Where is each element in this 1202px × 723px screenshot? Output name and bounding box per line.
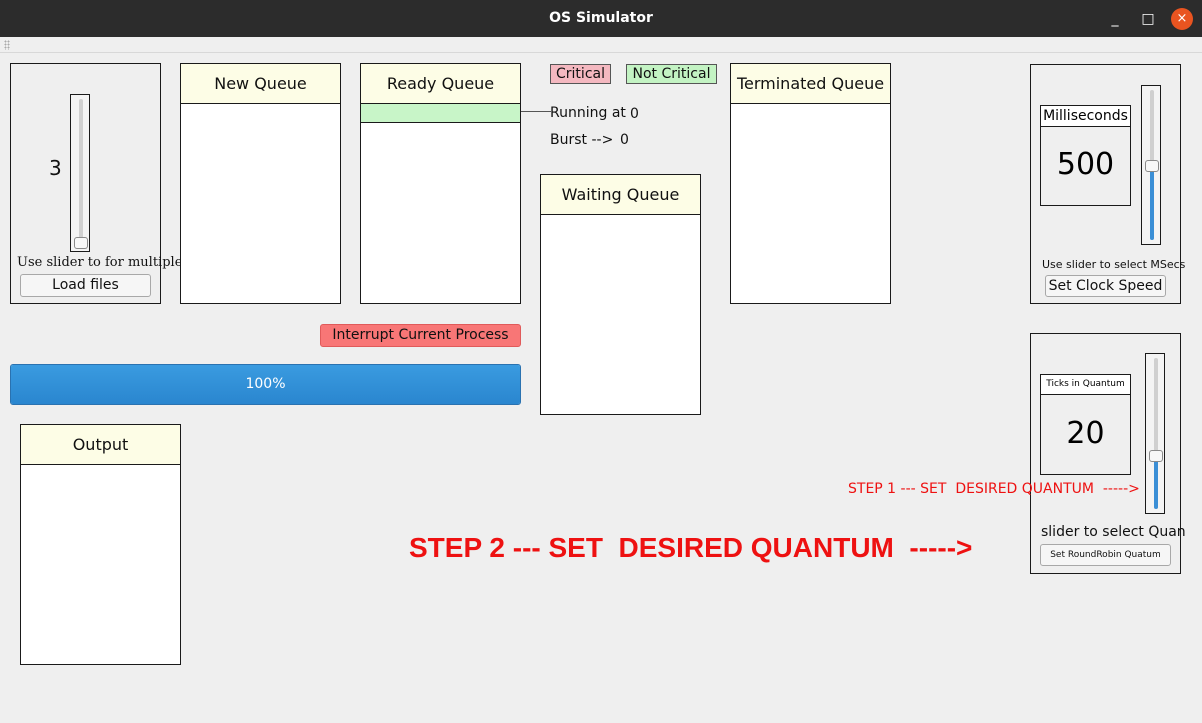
interrupt-button[interactable]: Interrupt Current Process (320, 324, 521, 347)
running-label: Running at (550, 105, 626, 121)
ready-queue-header: Ready Queue (361, 64, 520, 104)
quantum-caption: slider to select Quan (1041, 524, 1186, 540)
toolbar-grip-icon[interactable] (4, 40, 10, 50)
file-count-slider[interactable] (70, 94, 90, 252)
critical-legend: Critical (550, 64, 611, 84)
quantum-slider-handle[interactable] (1149, 449, 1163, 462)
not-critical-legend: Not Critical (626, 64, 717, 84)
new-queue-header: New Queue (181, 64, 340, 104)
maximize-icon[interactable]: □ (1137, 8, 1159, 30)
quantum-panel: Ticks in Quantum 20 slider to select Qua… (1030, 333, 1186, 574)
running-connector (521, 111, 551, 112)
quantum-value: 20 (1066, 416, 1105, 451)
running-value: 0 (630, 106, 639, 122)
progress-label: 100% (245, 376, 286, 392)
menu-bar (0, 37, 1202, 53)
running-process-slot (361, 104, 520, 123)
minimize-icon[interactable]: _ (1104, 8, 1126, 30)
quantum-slider[interactable] (1145, 353, 1165, 514)
terminated-queue-header: Terminated Queue (731, 64, 890, 104)
file-count: 3 (49, 156, 62, 180)
milliseconds-box: Milliseconds 500 (1040, 105, 1131, 206)
close-icon[interactable]: × (1171, 8, 1193, 30)
new-queue: New Queue (180, 63, 341, 304)
milliseconds-value: 500 (1056, 147, 1115, 182)
quantum-box: Ticks in Quantum 20 (1040, 374, 1131, 475)
window-title: OS Simulator (549, 10, 653, 26)
file-count-slider-handle[interactable] (74, 237, 88, 249)
step2-annotation: STEP 2 --- SET DESIRED QUANTUM -----> (409, 532, 973, 563)
output-header: Output (21, 425, 180, 465)
set-clock-speed-button[interactable]: Set Clock Speed (1045, 275, 1166, 297)
burst-label: Burst --> (550, 132, 614, 148)
clock-caption: Use slider to select MSecs (1042, 258, 1186, 271)
file-slider-caption: Use slider to for multiples (17, 255, 190, 270)
burst-value: 0 (620, 132, 629, 148)
terminated-queue: Terminated Queue (730, 63, 891, 304)
ready-queue: Ready Queue (360, 63, 521, 304)
step1-annotation: STEP 1 --- SET DESIRED QUANTUM -----> (848, 481, 1140, 497)
milliseconds-header: Milliseconds (1041, 106, 1130, 127)
output-panel: Output (20, 424, 181, 665)
quantum-header: Ticks in Quantum (1041, 375, 1130, 395)
waiting-queue-header: Waiting Queue (541, 175, 700, 215)
load-files-button[interactable]: Load files (20, 274, 151, 297)
waiting-queue: Waiting Queue (540, 174, 701, 415)
loader-panel: 3 Use slider to for multiples Load files (10, 63, 189, 304)
clock-speed-slider-handle[interactable] (1145, 160, 1159, 172)
progress-bar: 100% (10, 364, 521, 405)
set-roundrobin-quantum-button[interactable]: Set RoundRobin Quatum (1040, 544, 1171, 566)
clock-panel: Milliseconds 500 Use slider to select MS… (1030, 64, 1185, 304)
title-bar: OS Simulator _ □ × (0, 0, 1202, 37)
clock-speed-slider[interactable] (1141, 85, 1161, 245)
